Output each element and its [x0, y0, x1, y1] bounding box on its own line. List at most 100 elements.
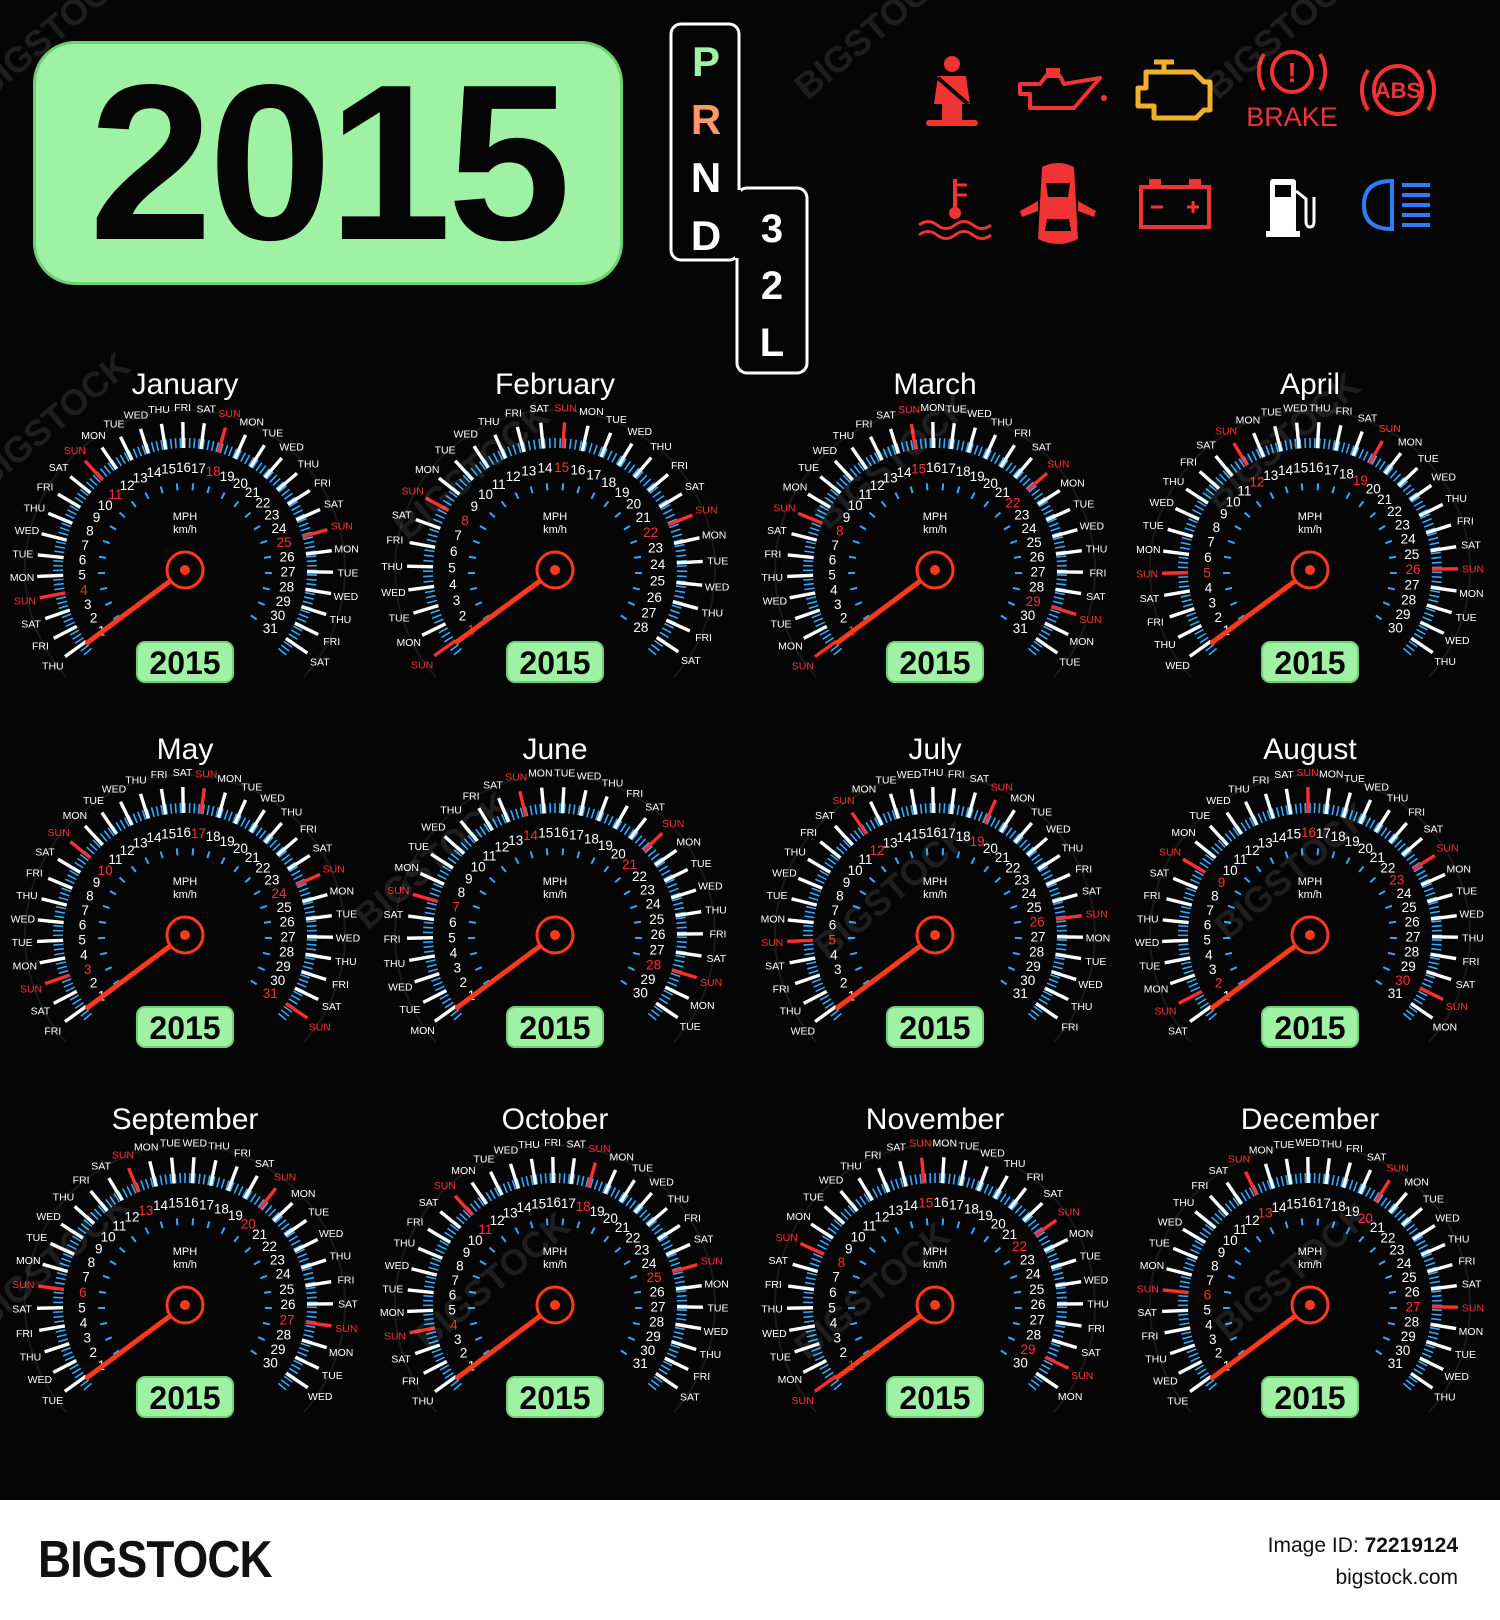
weekday-label: MON [1058, 1391, 1083, 1403]
inner-tick [848, 555, 857, 559]
fine-tick [676, 1290, 687, 1293]
weekday-label: MON [1319, 768, 1344, 780]
month-name: October [502, 1103, 609, 1136]
weekday-label: SAT [768, 1255, 788, 1267]
day-number: 13 [883, 835, 898, 850]
fine-tick [303, 1333, 314, 1338]
day-number: 25 [1029, 1282, 1044, 1297]
day-tick [52, 1359, 78, 1374]
inner-tick [620, 614, 628, 621]
day-tick [628, 817, 648, 840]
inner-tick [1369, 511, 1377, 519]
inner-tick [630, 539, 638, 545]
fine-tick [668, 1348, 679, 1354]
fine-tick [670, 609, 680, 614]
fine-tick [435, 1356, 446, 1363]
day-number: 24 [1026, 1267, 1042, 1282]
fine-tick [433, 618, 444, 624]
fine-tick [305, 1324, 316, 1328]
fine-tick [306, 1291, 317, 1295]
fine-tick [623, 825, 631, 836]
day-number: 13 [133, 835, 148, 850]
day-number: 3 [1209, 596, 1217, 611]
inner-tick [472, 904, 480, 910]
inner-tick [859, 1260, 867, 1266]
fine-tick [53, 1315, 64, 1319]
fine-tick [72, 633, 82, 640]
day-tick [1036, 854, 1061, 871]
weekday-label: WED [1445, 635, 1470, 647]
fine-tick [1244, 1189, 1251, 1200]
inner-tick [590, 857, 596, 865]
day-number: 15 [161, 826, 176, 841]
fine-tick [819, 1363, 829, 1371]
fine-tick [1214, 842, 1223, 852]
fine-tick [663, 508, 673, 515]
day-number: 2 [1215, 610, 1223, 625]
weekday-label: THU [1062, 842, 1084, 854]
day-tick [560, 787, 566, 814]
fine-tick [1240, 1191, 1248, 1202]
day-number: 3 [84, 962, 92, 977]
fine-tick [806, 1271, 817, 1276]
weekday-label: THU [16, 890, 38, 902]
inner-tick [620, 979, 628, 986]
day-tick [1163, 589, 1191, 598]
day-tick [38, 1324, 66, 1333]
fine-tick [1318, 1173, 1321, 1184]
month-year-text: 2015 [519, 1010, 590, 1046]
fine-tick [54, 545, 66, 549]
weekday-label: FRI [1147, 617, 1164, 629]
day-number: 30 [633, 986, 648, 1001]
day-tick [675, 909, 702, 918]
weekday-label: MON [1060, 477, 1085, 489]
day-number: 23 [640, 882, 655, 897]
fine-tick [264, 1205, 273, 1214]
weekday-label: TUE [1344, 773, 1365, 785]
fine-tick [647, 647, 657, 656]
day-number: 7 [452, 900, 460, 915]
inner-tick [956, 486, 961, 494]
weekday-label: MON [134, 1142, 159, 1154]
inner-tick [614, 1246, 622, 1254]
fine-tick [1046, 617, 1057, 623]
weekday-label: THU [922, 767, 944, 779]
needle-hub-center [180, 565, 190, 575]
fine-tick [994, 819, 1001, 830]
fine-tick [1038, 633, 1048, 640]
day-number: 14 [517, 1200, 533, 1215]
weekday-label: THU [208, 1141, 230, 1153]
weekday-label: MON [1136, 544, 1161, 556]
fine-tick [1228, 830, 1236, 840]
fine-tick [1184, 891, 1195, 897]
day-number: 25 [277, 900, 292, 915]
day-tick [787, 573, 814, 579]
day-number: 24 [276, 1267, 292, 1282]
day-number: 25 [1027, 535, 1042, 550]
fine-tick [1394, 839, 1403, 848]
inner-tick [1388, 1290, 1397, 1294]
fine-tick [1190, 1356, 1201, 1363]
fine-tick [624, 461, 632, 471]
inner-tick [1375, 614, 1383, 621]
footer-site-link[interactable]: bigstock.com [1268, 1562, 1458, 1594]
weekday-label: FRI [856, 418, 873, 430]
weekday-label: FRI [1180, 456, 1197, 468]
day-number: 28 [1029, 944, 1044, 959]
fine-tick [1405, 488, 1415, 496]
weekday-label: WED [36, 1211, 61, 1223]
day-tick [671, 968, 698, 980]
weekday-label: WED [15, 525, 40, 537]
fine-tick [55, 540, 67, 545]
fine-tick [159, 1175, 163, 1186]
fine-tick [57, 965, 68, 970]
fine-tick [804, 952, 815, 956]
fine-tick [642, 478, 652, 487]
day-number: 16 [926, 460, 941, 475]
fine-tick [259, 830, 267, 840]
day-number: 18 [956, 464, 971, 479]
weekday-label: TUE [606, 414, 627, 426]
fine-tick [290, 1239, 301, 1246]
day-number: 4 [450, 946, 458, 961]
day-number: 27 [1030, 564, 1045, 579]
